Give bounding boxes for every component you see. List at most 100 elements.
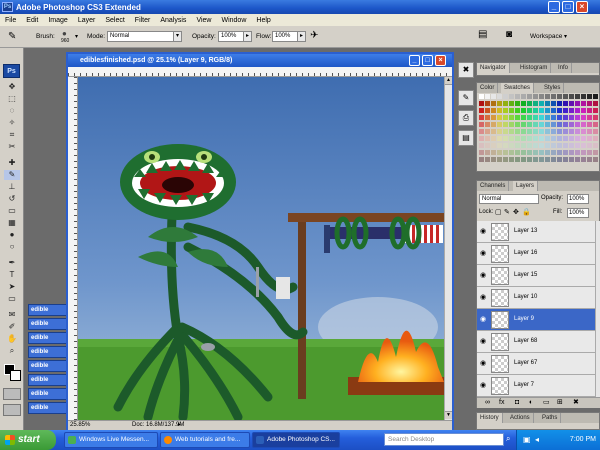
- color-swatch[interactable]: [539, 108, 544, 113]
- color-swatch[interactable]: [551, 150, 556, 155]
- color-swatch[interactable]: [479, 129, 484, 134]
- color-swatch[interactable]: [497, 136, 502, 141]
- color-swatch[interactable]: [527, 157, 532, 162]
- eyedropper-icon[interactable]: ✐: [4, 322, 20, 332]
- search-icon[interactable]: ⌕: [506, 434, 515, 445]
- color-swatch[interactable]: [575, 150, 580, 155]
- chevron-right-icon[interactable]: ▸: [178, 421, 181, 430]
- brush-tool-icon[interactable]: ✎: [4, 170, 20, 180]
- lock-all-icon[interactable]: 🔒: [522, 208, 531, 216]
- color-swatch[interactable]: [497, 122, 502, 127]
- tab-layers[interactable]: Layers: [513, 181, 539, 191]
- color-swatch[interactable]: [479, 101, 484, 106]
- color-swatch[interactable]: [527, 150, 532, 155]
- color-swatch[interactable]: [485, 150, 490, 155]
- minimized-doc[interactable]: edible: [28, 374, 68, 386]
- menu-window[interactable]: Window: [216, 17, 251, 24]
- color-swatch[interactable]: [497, 157, 502, 162]
- color-swatch[interactable]: [587, 157, 592, 162]
- minimized-doc[interactable]: edible: [28, 346, 68, 358]
- layer-row[interactable]: ◉ Layer 67: [477, 353, 595, 375]
- color-swatch[interactable]: [581, 94, 586, 99]
- tab-histogram[interactable]: Histogram: [517, 63, 552, 73]
- color-swatch[interactable]: [581, 129, 586, 134]
- color-swatch[interactable]: [515, 150, 520, 155]
- color-swatch[interactable]: [557, 101, 562, 106]
- brush-preset-icon[interactable]: ●: [62, 29, 74, 38]
- color-swatch[interactable]: [527, 108, 532, 113]
- color-swatch[interactable]: [551, 129, 556, 134]
- color-swatch[interactable]: [551, 143, 556, 148]
- color-swatch[interactable]: [533, 157, 538, 162]
- color-swatch[interactable]: [515, 136, 520, 141]
- tab-channels[interactable]: Channels: [477, 181, 510, 191]
- taskbar-item-browser[interactable]: Web tutorials and fre...: [160, 432, 250, 448]
- color-swatch[interactable]: [539, 136, 544, 141]
- color-swatch[interactable]: [485, 129, 490, 134]
- color-swatch[interactable]: [479, 115, 484, 120]
- color-swatch[interactable]: [593, 157, 598, 162]
- color-swatch[interactable]: [563, 108, 568, 113]
- color-swatch[interactable]: [563, 136, 568, 141]
- layer-fill-field[interactable]: 100%: [567, 208, 589, 218]
- slice-tool-icon[interactable]: ✂: [4, 142, 20, 152]
- color-swatch[interactable]: [557, 122, 562, 127]
- color-swatch[interactable]: [527, 143, 532, 148]
- zoom-level[interactable]: 25.85%: [70, 421, 90, 430]
- color-swatch[interactable]: [497, 150, 502, 155]
- color-swatch[interactable]: [569, 101, 574, 106]
- color-swatch[interactable]: [479, 150, 484, 155]
- color-swatch[interactable]: [521, 157, 526, 162]
- color-swatch[interactable]: [515, 101, 520, 106]
- color-swatch[interactable]: [479, 157, 484, 162]
- scroll-down-icon[interactable]: ▼: [445, 411, 452, 419]
- color-swatch[interactable]: [593, 129, 598, 134]
- minimized-doc[interactable]: edible: [28, 360, 68, 372]
- color-swatch[interactable]: [515, 143, 520, 148]
- color-swatch[interactable]: [551, 122, 556, 127]
- lock-transparency-icon[interactable]: ▢: [495, 208, 502, 216]
- layer-row[interactable]: ◉ Layer 10: [477, 287, 595, 309]
- color-swatch[interactable]: [509, 122, 514, 127]
- color-swatch[interactable]: [527, 122, 532, 127]
- shape-tool-icon[interactable]: ▭: [4, 294, 20, 304]
- layer-row[interactable]: ◉ Layer 68: [477, 331, 595, 353]
- color-swatch[interactable]: [485, 108, 490, 113]
- taskbar-item-messenger[interactable]: Windows Live Messen...: [64, 432, 158, 448]
- color-swatch[interactable]: [491, 143, 496, 148]
- color-swatch[interactable]: [557, 157, 562, 162]
- color-swatch[interactable]: [563, 150, 568, 155]
- color-swatch[interactable]: [551, 101, 556, 106]
- color-swatch[interactable]: [515, 108, 520, 113]
- color-swatch[interactable]: [527, 94, 532, 99]
- color-swatch[interactable]: [587, 108, 592, 113]
- layer-row[interactable]: ◉ Layer 9: [477, 309, 595, 331]
- color-swatch[interactable]: [521, 115, 526, 120]
- color-swatch[interactable]: [593, 101, 598, 106]
- menu-layer[interactable]: Layer: [73, 17, 101, 24]
- adjustment-layer-icon[interactable]: ◐: [529, 398, 533, 408]
- screen-mode-button[interactable]: [3, 404, 21, 416]
- color-swatch[interactable]: [521, 108, 526, 113]
- color-swatch[interactable]: [533, 101, 538, 106]
- menu-file[interactable]: File: [0, 17, 21, 24]
- color-swatch[interactable]: [593, 115, 598, 120]
- color-swatch[interactable]: [509, 115, 514, 120]
- color-swatch[interactable]: [569, 157, 574, 162]
- color-swatch[interactable]: [575, 108, 580, 113]
- color-swatch[interactable]: [497, 101, 502, 106]
- color-swatch[interactable]: [491, 108, 496, 113]
- color-swatch[interactable]: [593, 94, 598, 99]
- layer-comps-icon[interactable]: ▤: [458, 130, 474, 146]
- healing-brush-icon[interactable]: ✚: [4, 158, 20, 168]
- layer-row[interactable]: ◉ Layer 13: [477, 221, 595, 243]
- color-swatch[interactable]: [497, 108, 502, 113]
- color-swatch[interactable]: [569, 94, 574, 99]
- notes-tool-icon[interactable]: ✉: [4, 310, 20, 320]
- color-swatch[interactable]: [569, 150, 574, 155]
- color-swatch[interactable]: [485, 115, 490, 120]
- color-swatch[interactable]: [545, 94, 550, 99]
- color-swatch[interactable]: [563, 129, 568, 134]
- color-swatch[interactable]: [479, 136, 484, 141]
- color-swatch[interactable]: [521, 143, 526, 148]
